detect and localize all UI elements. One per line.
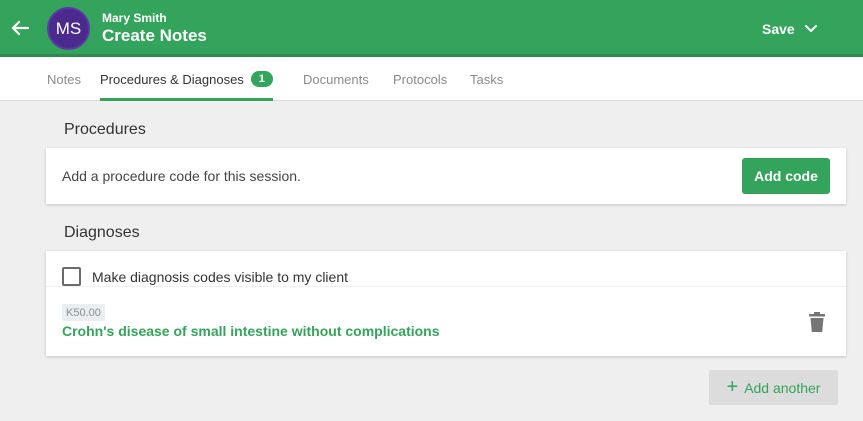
arrow-left-icon xyxy=(11,20,29,36)
app-header: MS Mary Smith Create Notes Save xyxy=(0,0,863,57)
diagnoses-title: Diagnoses xyxy=(64,224,140,241)
tab-procedures-diagnoses[interactable]: Procedures & Diagnoses 1 xyxy=(100,57,273,101)
add-code-button[interactable]: Add code xyxy=(742,158,830,194)
tab-label: Documents xyxy=(303,71,369,87)
tab-label: Tasks xyxy=(470,71,504,87)
add-another-button[interactable]: + Add another xyxy=(709,370,838,405)
visible-to-client-checkbox[interactable] xyxy=(62,267,81,286)
add-another-label: Add another xyxy=(744,379,821,396)
procedures-title: Procedures xyxy=(64,121,146,138)
tab-documents[interactable]: Documents xyxy=(303,57,369,101)
tab-label: Procedures & Diagnoses xyxy=(100,71,244,87)
plus-icon: + xyxy=(726,375,739,398)
visibility-row: Make diagnosis codes visible to my clien… xyxy=(46,251,846,287)
trash-icon xyxy=(809,312,825,332)
chevron-down-icon xyxy=(804,25,817,32)
back-button[interactable] xyxy=(8,14,32,42)
tab-label: Protocols xyxy=(393,71,448,87)
tab-label: Notes xyxy=(47,71,81,87)
procedures-empty-text: Add a procedure code for this session. xyxy=(62,168,301,184)
tab-tasks[interactable]: Tasks xyxy=(470,57,503,101)
save-button[interactable]: Save xyxy=(762,16,817,42)
diagnosis-code: K50.00 xyxy=(62,304,105,321)
diagnosis-description[interactable]: Crohn's disease of small intestine witho… xyxy=(62,323,440,339)
tab-notes[interactable]: Notes xyxy=(47,57,81,101)
delete-diagnosis-button[interactable] xyxy=(808,312,826,332)
tab-bar: Notes Procedures & Diagnoses 1 Documents … xyxy=(0,57,863,101)
page-title: Create Notes xyxy=(102,26,207,45)
diagnoses-card: Make diagnosis codes visible to my clien… xyxy=(46,251,846,356)
count-badge: 1 xyxy=(250,71,273,87)
procedures-card: Add a procedure code for this session. A… xyxy=(46,148,846,204)
tab-protocols[interactable]: Protocols xyxy=(393,57,447,101)
client-name: Mary Smith xyxy=(102,11,167,25)
avatar: MS xyxy=(47,7,90,50)
save-label: Save xyxy=(762,21,795,37)
visible-to-client-label[interactable]: Make diagnosis codes visible to my clien… xyxy=(92,269,348,285)
